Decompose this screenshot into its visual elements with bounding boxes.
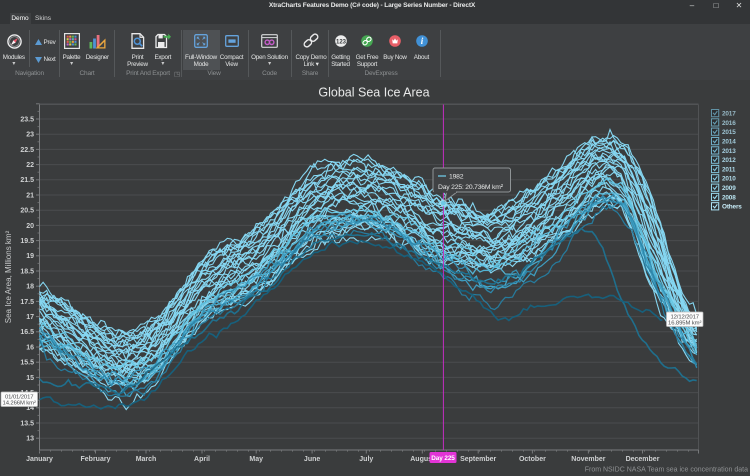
svg-text:January: January [26, 456, 53, 463]
svg-text:1982: 1982 [449, 174, 464, 181]
svg-text:18: 18 [26, 284, 34, 291]
svg-text:Others: Others [722, 204, 742, 211]
svg-text:Day 225: 20.736M km²: Day 225: 20.736M km² [438, 184, 504, 191]
svg-text:17: 17 [26, 314, 34, 321]
svg-text:Global Sea Ice Area: Global Sea Ice Area [318, 86, 429, 100]
svg-text:23.5: 23.5 [20, 116, 34, 123]
svg-text:15.5: 15.5 [20, 360, 34, 367]
svg-text:16: 16 [26, 344, 34, 351]
svg-text:20: 20 [26, 223, 34, 230]
svg-text:May: May [249, 456, 263, 463]
svg-text:From NSIDC NASA Team sea ice c: From NSIDC NASA Team sea ice concentrati… [585, 467, 748, 474]
svg-text:October: October [519, 456, 546, 463]
svg-text:19.5: 19.5 [20, 238, 34, 245]
svg-text:22.5: 22.5 [20, 147, 34, 154]
svg-text:16.895M km²: 16.895M km² [668, 321, 701, 327]
svg-text:April: April [194, 456, 210, 463]
svg-text:February: February [81, 456, 111, 463]
svg-text:2011: 2011 [722, 166, 736, 173]
svg-text:2008: 2008 [722, 194, 736, 201]
svg-text:01/01/2017: 01/01/2017 [5, 394, 33, 400]
svg-text:2016: 2016 [722, 120, 736, 127]
svg-text:16.5: 16.5 [20, 329, 34, 336]
svg-text:2012: 2012 [722, 157, 736, 164]
svg-text:2009: 2009 [722, 185, 736, 192]
svg-text:2017: 2017 [722, 111, 736, 118]
svg-text:15: 15 [26, 375, 34, 382]
svg-text:March: March [136, 456, 157, 463]
svg-text:2015: 2015 [722, 129, 736, 136]
svg-text:Day 225: Day 225 [431, 455, 455, 462]
svg-text:123: 123 [335, 39, 346, 45]
svg-text:June: June [304, 456, 320, 463]
svg-text:December: December [626, 456, 660, 463]
svg-text:13.5: 13.5 [20, 420, 34, 427]
svg-text:2013: 2013 [722, 148, 736, 155]
svg-text:14.266M km²: 14.266M km² [3, 401, 36, 407]
svg-text:November: November [571, 456, 606, 463]
svg-text:2010: 2010 [722, 176, 736, 183]
svg-text:13: 13 [26, 436, 34, 443]
svg-text:12/12/2017: 12/12/2017 [670, 314, 698, 320]
svg-text:19: 19 [26, 253, 34, 260]
svg-text:2014: 2014 [722, 139, 736, 146]
svg-text:21.5: 21.5 [20, 177, 34, 184]
svg-text:22: 22 [26, 162, 34, 169]
svg-text:July: July [359, 456, 373, 463]
svg-text:20.5: 20.5 [20, 208, 34, 215]
svg-text:21: 21 [26, 192, 34, 199]
svg-text:Sea Ice Area, Millions km²: Sea Ice Area, Millions km² [4, 230, 13, 323]
svg-text:23: 23 [26, 132, 34, 139]
svg-text:17.5: 17.5 [20, 299, 34, 306]
svg-text:18.5: 18.5 [20, 268, 34, 275]
svg-text:September: September [460, 456, 496, 463]
